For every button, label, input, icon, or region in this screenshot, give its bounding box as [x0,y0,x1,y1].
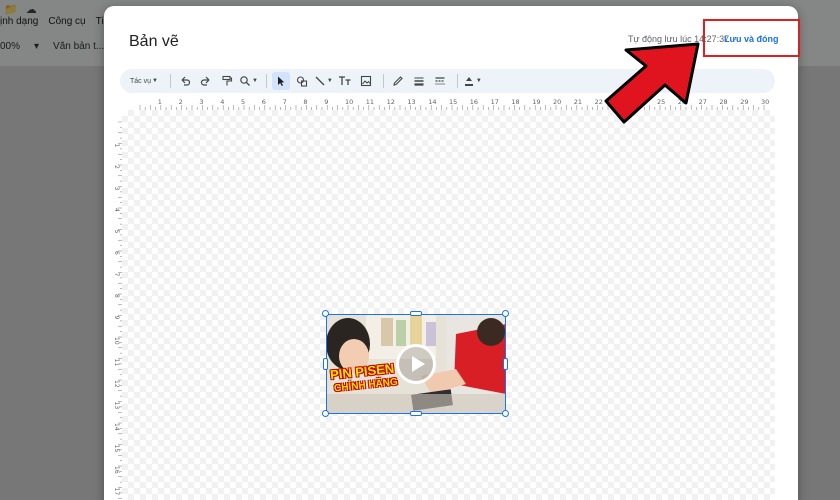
annotation-arrow-icon [604,42,700,124]
